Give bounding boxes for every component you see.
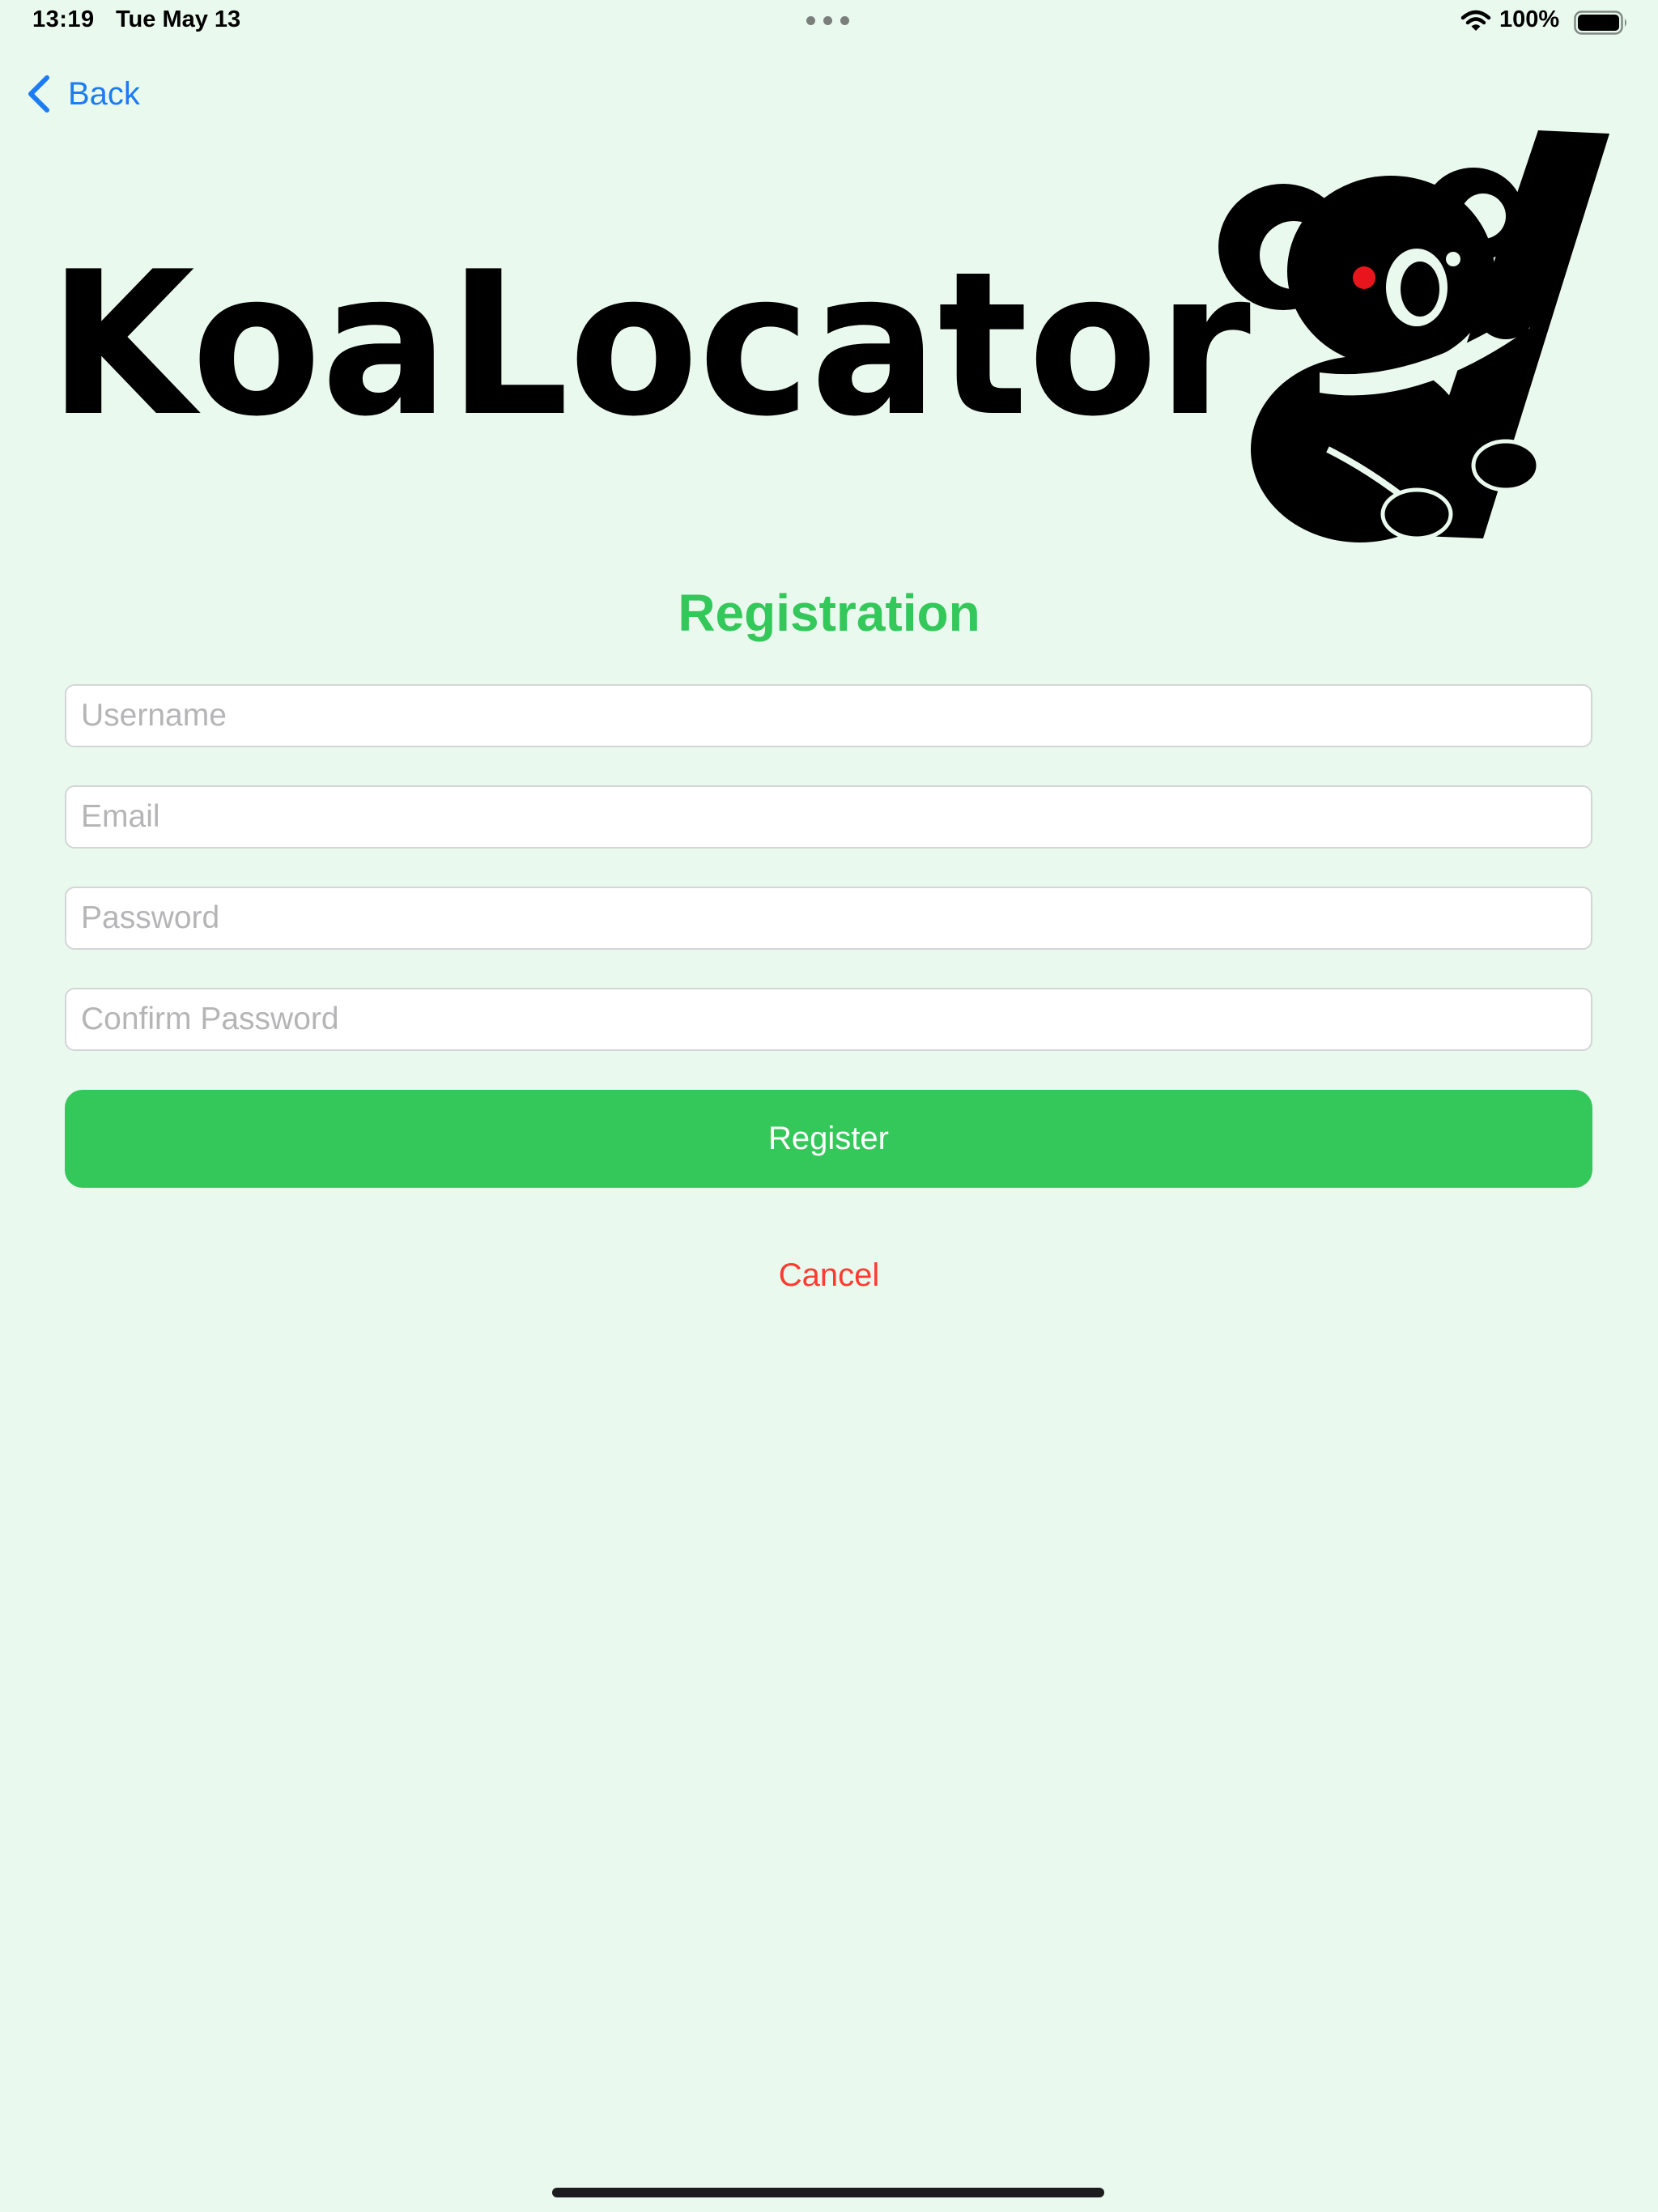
koala-icon	[1218, 130, 1609, 542]
page-title: Registration	[678, 584, 980, 642]
back-label: Back	[68, 75, 140, 112]
register-button[interactable]: Register	[65, 1090, 1592, 1188]
cancel-button[interactable]: Cancel	[708, 1247, 950, 1304]
chevron-left-icon	[28, 75, 49, 113]
battery-percentage: 100%	[1499, 6, 1560, 32]
back-button[interactable]: Back	[24, 70, 140, 118]
koalocator-logo: KoaLocator	[49, 130, 1609, 542]
status-date: Tue May 13	[116, 6, 241, 32]
multitasking-dots-icon[interactable]	[806, 16, 852, 28]
status-bar: 13:19 Tue May 13 100%	[0, 0, 1658, 45]
battery-icon	[1574, 11, 1626, 35]
email-field[interactable]	[65, 785, 1592, 849]
status-time: 13:19	[32, 6, 95, 32]
password-field[interactable]	[65, 887, 1592, 950]
logo-wordmark: KoaLocator	[49, 229, 1251, 460]
wifi-icon	[1460, 10, 1491, 31]
username-field[interactable]	[65, 684, 1592, 747]
confirm-password-field[interactable]	[65, 988, 1592, 1051]
home-indicator[interactable]	[552, 2188, 1104, 2197]
